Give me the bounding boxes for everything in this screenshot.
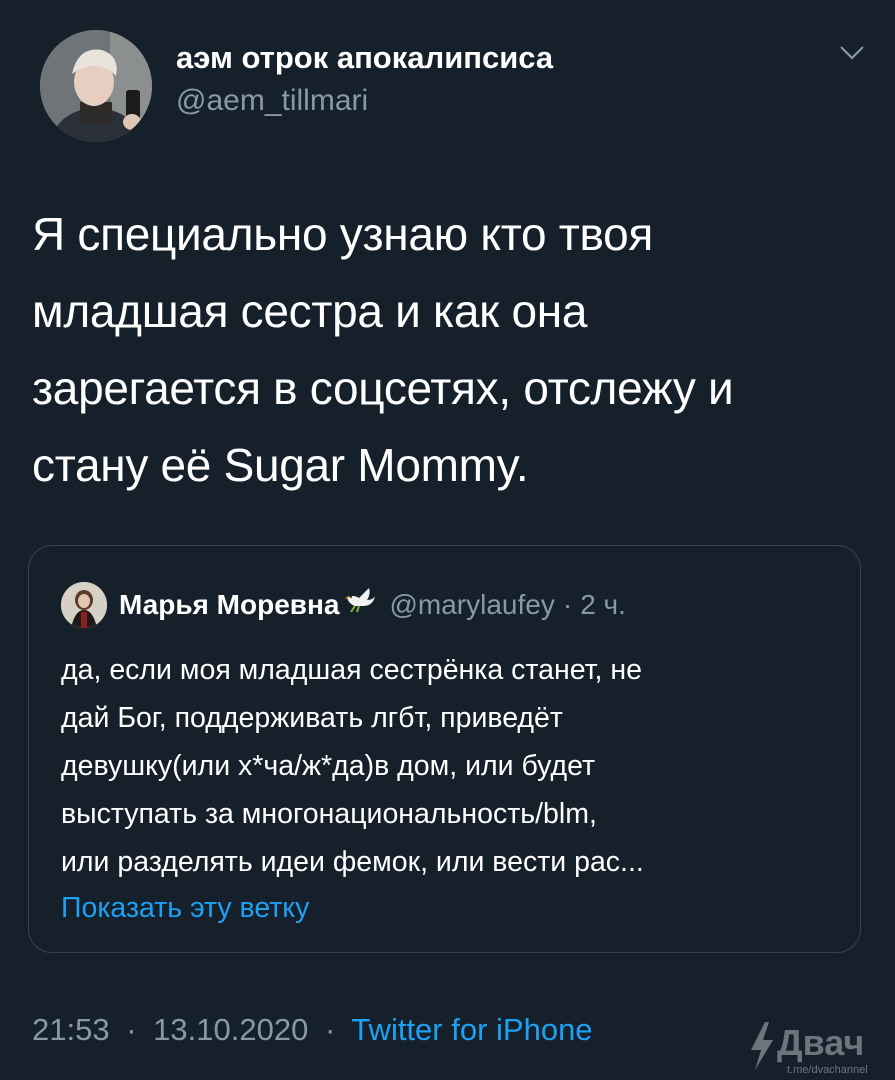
show-thread-link[interactable]: Показать эту ветку [61,892,309,925]
author-handle[interactable]: @aem_tillmari [176,84,368,118]
quoted-text-line: выступать за многонациональность/blm, [61,798,597,830]
quoted-tweet-text: да, если моя младшая сестрёнка станет, н… [61,646,851,886]
tweet-text: Я специально узнаю кто твоя младшая сест… [32,196,862,504]
author-display-name[interactable]: аэм отрок апокалипсиса [176,40,553,76]
tweet-metadata: 21:53 · 13.10.2020 · Twitter for iPhone [32,1012,593,1048]
quoted-text-line: или разделять идеи фемок, или вести рас.… [61,846,644,878]
quoted-author-avatar[interactable] [61,582,107,628]
quoted-tweet-card[interactable]: Марья Моревна @marylaufey · 2 ч. да, есл… [28,545,861,953]
watermark-name: Двач [777,1022,865,1063]
watermark-url: t.me/dvachannel [787,1064,868,1076]
tweet-text-line: Я специально узнаю кто твоя [32,208,653,260]
quoted-text-line: девушку(или х*ча/ж*да)в дом, или будет [61,750,596,782]
watermark: Двач t.me/dvachannel [747,1020,887,1078]
quoted-text-line: да, если моя младшая сестрёнка станет, н… [61,654,642,686]
tweet-text-line: младшая сестра и как она [32,285,588,337]
lightning-bolt-icon [751,1022,773,1070]
quoted-text-line: дай Бог, поддерживать лгбт, приведёт [61,702,563,734]
quoted-time-separator: · [562,589,573,620]
metadata-separator: · [126,1012,137,1047]
tweet-client-link[interactable]: Twitter for iPhone [351,1012,592,1047]
author-avatar[interactable] [40,30,152,142]
quoted-author-handle[interactable]: @marylaufey [389,589,554,621]
tweet-date[interactable]: 13.10.2020 [153,1012,308,1047]
quoted-timestamp[interactable]: 2 ч. [580,589,626,621]
quoted-author-name[interactable]: Марья Моревна [119,589,339,621]
tweet-time[interactable]: 21:53 [32,1012,110,1047]
chevron-down-icon[interactable] [839,44,865,62]
tweet-text-line: зарегается в соцсетях, отслежу и [32,362,734,414]
tweet-text-line: стану её Sugar Mommy. [32,439,529,491]
dove-emoji-icon [343,584,377,619]
metadata-separator: · [324,1012,336,1047]
